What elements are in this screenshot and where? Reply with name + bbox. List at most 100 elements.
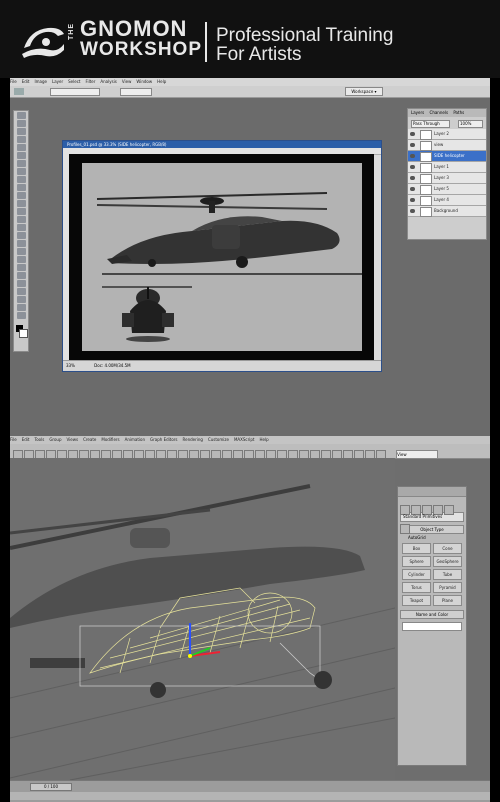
ps-tool-icon[interactable] bbox=[16, 120, 26, 127]
layer-row[interactable]: Layer 5 bbox=[408, 184, 486, 195]
ps-tool-icon[interactable] bbox=[16, 264, 26, 271]
primitive-plane-button[interactable]: Plane bbox=[433, 595, 462, 606]
utilities-tab-icon[interactable] bbox=[400, 523, 410, 534]
visibility-eye-icon[interactable] bbox=[410, 154, 415, 158]
primitive-cylinder-button[interactable]: Cylinder bbox=[402, 569, 431, 580]
track-bar[interactable] bbox=[10, 792, 490, 800]
ps-tool-icon[interactable] bbox=[16, 256, 26, 263]
max-menu-group[interactable]: Group bbox=[49, 437, 61, 442]
ps-tool-icon[interactable] bbox=[16, 280, 26, 287]
primitive-tube-button[interactable]: Tube bbox=[433, 569, 462, 580]
visibility-eye-icon[interactable] bbox=[410, 176, 415, 180]
tab-channels[interactable]: Channels bbox=[430, 110, 449, 115]
ps-menu-select[interactable]: Select bbox=[68, 79, 80, 84]
ps-canvas[interactable] bbox=[69, 154, 374, 360]
visibility-eye-icon[interactable] bbox=[410, 198, 415, 202]
primitive-geosphere-button[interactable]: GeoSphere bbox=[433, 556, 462, 567]
ps-tool-icon[interactable] bbox=[16, 248, 26, 255]
layer-row[interactable]: Layer 3 bbox=[408, 173, 486, 184]
ps-tool-icon[interactable] bbox=[16, 136, 26, 143]
ps-tool-icon[interactable] bbox=[16, 216, 26, 223]
ps-tool-icon[interactable] bbox=[16, 176, 26, 183]
ps-tool-icon[interactable] bbox=[16, 160, 26, 167]
ps-menu-analysis[interactable]: Analysis bbox=[100, 79, 116, 84]
layer-row[interactable]: view bbox=[408, 140, 486, 151]
max-menu-help[interactable]: Help bbox=[259, 437, 268, 442]
primitive-box-button[interactable]: Box bbox=[402, 543, 431, 554]
ps-menu-file[interactable]: File bbox=[10, 79, 17, 84]
ps-toolbox bbox=[13, 110, 29, 352]
primitive-cone-button[interactable]: Cone bbox=[433, 543, 462, 554]
ps-tool-icon[interactable] bbox=[16, 128, 26, 135]
max-menu-file[interactable]: File bbox=[10, 437, 17, 442]
visibility-eye-icon[interactable] bbox=[410, 143, 415, 147]
layer-row[interactable]: SIDE helicopter bbox=[408, 151, 486, 162]
visibility-eye-icon[interactable] bbox=[410, 209, 415, 213]
layer-row[interactable]: Layer 2 bbox=[408, 129, 486, 140]
ps-tool-icon[interactable] bbox=[16, 208, 26, 215]
primitive-torus-button[interactable]: Torus bbox=[402, 582, 431, 593]
ps-tool-icon[interactable] bbox=[16, 296, 26, 303]
view-dropdown[interactable]: View bbox=[396, 449, 439, 458]
workspace-button[interactable]: Workspace ▾ bbox=[345, 87, 383, 96]
layer-row[interactable]: Layer 4 bbox=[408, 195, 486, 206]
ps-tool-icon[interactable] bbox=[16, 168, 26, 175]
ps-tool-icon[interactable] bbox=[16, 304, 26, 311]
max-menu-animation[interactable]: Animation bbox=[125, 437, 145, 442]
ps-tool-icon[interactable] bbox=[16, 240, 26, 247]
ps-tool-icon[interactable] bbox=[16, 144, 26, 151]
object-category-select[interactable]: Standard Primitives bbox=[400, 512, 464, 522]
ps-tool-icon[interactable] bbox=[16, 184, 26, 191]
ps-tool-icon[interactable] bbox=[16, 152, 26, 159]
max-menu-maxscript[interactable]: MAXScript bbox=[234, 437, 255, 442]
max-menu-rendering[interactable]: Rendering bbox=[183, 437, 203, 442]
max-menu-graph-editors[interactable]: Graph Editors bbox=[150, 437, 177, 442]
ps-menu-edit[interactable]: Edit bbox=[22, 79, 30, 84]
ps-tool-icon[interactable] bbox=[16, 112, 26, 119]
max-menu-views[interactable]: Views bbox=[67, 437, 79, 442]
visibility-eye-icon[interactable] bbox=[410, 165, 415, 169]
layer-name: SIDE helicopter bbox=[434, 153, 465, 158]
visibility-eye-icon[interactable] bbox=[410, 187, 415, 191]
ps-tool-icon[interactable] bbox=[16, 224, 26, 231]
max-viewport[interactable] bbox=[10, 458, 396, 781]
ps-menu-filter[interactable]: Filter bbox=[85, 79, 95, 84]
max-menu-tools[interactable]: Tools bbox=[34, 437, 44, 442]
ps-menu-image[interactable]: Image bbox=[34, 79, 47, 84]
max-menu-customize[interactable]: Customize bbox=[208, 437, 229, 442]
time-slider[interactable]: 0 / 100 bbox=[30, 783, 72, 791]
layer-thumbnail bbox=[420, 141, 432, 151]
tab-layers[interactable]: Layers bbox=[411, 110, 424, 115]
autogrid-label[interactable]: AutoGrid bbox=[408, 535, 466, 540]
ps-menu-layer[interactable]: Layer bbox=[52, 79, 63, 84]
banner-divider bbox=[205, 22, 207, 62]
max-menu-modifiers[interactable]: Modifiers bbox=[101, 437, 119, 442]
display-tab-icon[interactable] bbox=[444, 504, 454, 515]
ps-menu-window[interactable]: Window bbox=[136, 79, 152, 84]
primitive-teapot-button[interactable]: Teapot bbox=[402, 595, 431, 606]
ps-document-window[interactable]: Profiles_01.psd @ 33.3% (SIDE helicopter… bbox=[62, 140, 382, 372]
ps-menu-view[interactable]: View bbox=[122, 79, 132, 84]
object-name-field[interactable] bbox=[402, 622, 462, 631]
max-menu-create[interactable]: Create bbox=[83, 437, 96, 442]
opacity-field[interactable]: 100% bbox=[458, 120, 483, 128]
ps-tool-icon[interactable] bbox=[16, 232, 26, 239]
layer-name: Layer 2 bbox=[434, 131, 449, 136]
ps-tool-icon[interactable] bbox=[16, 312, 26, 319]
primitive-sphere-button[interactable]: Sphere bbox=[402, 556, 431, 567]
visibility-eye-icon[interactable] bbox=[410, 132, 415, 136]
ps-tool-icon[interactable] bbox=[16, 272, 26, 279]
primitive-pyramid-button[interactable]: Pyramid bbox=[433, 582, 462, 593]
max-menu-edit[interactable]: Edit bbox=[22, 437, 30, 442]
name-color-rollout[interactable]: Name and Color bbox=[400, 610, 464, 619]
ps-tool-icon[interactable] bbox=[16, 200, 26, 207]
ps-tool-icon[interactable] bbox=[16, 288, 26, 295]
tab-paths[interactable]: Paths bbox=[453, 110, 464, 115]
ps-menu-help[interactable]: Help bbox=[157, 79, 166, 84]
blend-mode-select[interactable]: Pass Through bbox=[411, 120, 450, 128]
document-title: Profiles_01.psd @ 33.3% (SIDE helicopter… bbox=[63, 141, 381, 148]
ps-tool-icon[interactable] bbox=[16, 192, 26, 199]
layer-row[interactable]: Layer 1 bbox=[408, 162, 486, 173]
layer-row[interactable]: Background bbox=[408, 206, 486, 217]
background-color-swatch[interactable] bbox=[19, 329, 28, 338]
